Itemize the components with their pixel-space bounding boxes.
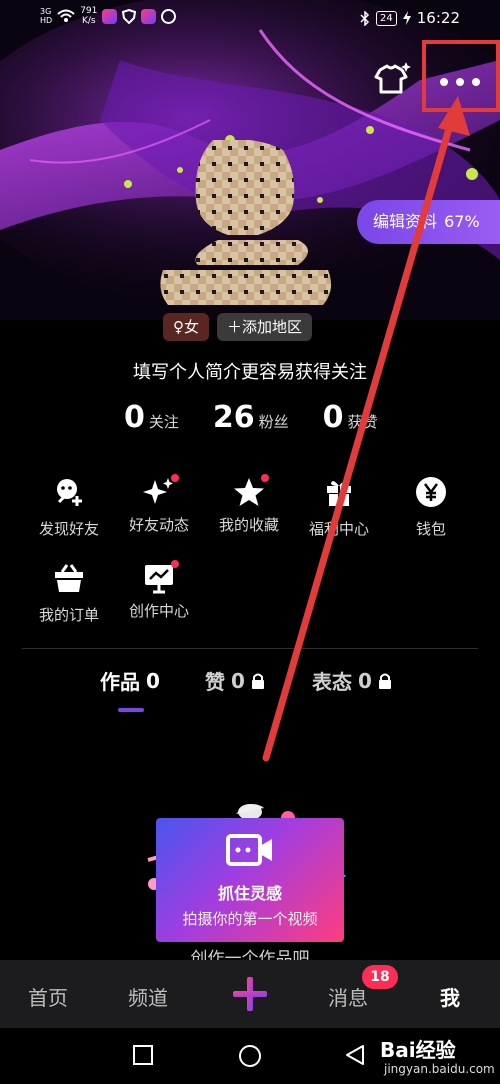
charging-icon: [402, 11, 411, 25]
shoot-first-video-card[interactable]: 抓住灵感 拍摄你的第一个视频: [156, 818, 344, 942]
shortcut-welfare-center[interactable]: 福利中心: [294, 476, 384, 539]
home-button[interactable]: [238, 1044, 262, 1068]
shortcut-friend-activity[interactable]: 好友动态: [114, 474, 204, 535]
creator-icon: [145, 565, 173, 594]
network-indicator: 3G HD: [40, 7, 53, 25]
shortcut-discover-friends[interactable]: 发现好友: [24, 476, 114, 539]
edit-profile-button[interactable]: 编辑资料 67%: [357, 200, 500, 244]
more-dot-icon: [456, 78, 464, 86]
notification-dot: [261, 474, 269, 482]
tab-reactions[interactable]: 表态 0: [312, 666, 392, 695]
shortcut-wallet[interactable]: 钱包: [386, 476, 476, 539]
tab-count: 0: [231, 668, 245, 693]
stat-number: 26: [212, 400, 255, 435]
app-notification-icon: [102, 8, 118, 24]
star-icon-wrap: [233, 474, 269, 508]
tab-works[interactable]: 作品 0: [100, 666, 160, 695]
promo-subtitle: 拍摄你的第一个视频: [182, 910, 318, 928]
bio-hint[interactable]: 填写个人简介更容易获得关注: [0, 358, 500, 384]
stat-label: 粉丝: [258, 413, 289, 431]
video-camera-icon: [226, 834, 272, 866]
stat-following[interactable]: 0 关注: [124, 400, 179, 435]
tab-likes[interactable]: 赞 0: [205, 666, 265, 695]
notification-dot: [171, 474, 179, 482]
shortcut-label: 发现好友: [38, 520, 99, 538]
tab-label: 表态: [312, 670, 352, 694]
profile-stats: 0 关注 26 粉丝 0 获赞: [124, 400, 378, 435]
messages-badge: 18: [362, 965, 398, 989]
nav-me[interactable]: 我: [440, 982, 460, 1011]
sparkle-icon-wrap: [143, 474, 179, 508]
plus-icon: ＋: [227, 318, 243, 336]
bottom-nav: 首页 频道 消息 我: [0, 960, 500, 1028]
app-notification-icon-2: [141, 8, 157, 24]
creator-icon-wrap: [143, 560, 179, 594]
avatar[interactable]: [158, 140, 333, 310]
sparkle-icon: [143, 478, 173, 504]
lock-icon: [251, 673, 264, 689]
tshirt-icon: [374, 62, 411, 94]
shortcut-creator-center[interactable]: 创作中心: [114, 560, 204, 621]
wifi-icon: [57, 9, 75, 22]
lock-icon: [378, 673, 391, 689]
promo-title: 抓住灵感: [217, 884, 282, 903]
more-dot-icon: [440, 78, 448, 86]
battery-indicator: 24: [376, 10, 397, 26]
shortcut-favorites[interactable]: 我的收藏: [204, 474, 294, 535]
stat-label: 关注: [148, 413, 179, 431]
more-options-button[interactable]: [422, 40, 500, 112]
shortcut-label: 我的订单: [38, 606, 99, 624]
bluetooth-icon: [360, 10, 370, 26]
shield-icon: [122, 8, 137, 24]
tab-count: 0: [358, 668, 372, 693]
add-region-label: 添加地区: [242, 318, 303, 336]
add-region-tag[interactable]: ＋添加地区: [217, 313, 313, 341]
watermark-brand: Bai经验: [380, 1038, 456, 1062]
section-divider: [22, 648, 478, 649]
nav-home[interactable]: 首页: [28, 982, 68, 1011]
sync-icon: [161, 8, 177, 24]
profile-completion-percent: 67%: [444, 212, 480, 231]
active-tab-indicator: [118, 708, 144, 712]
shortcut-label: 创作中心: [128, 602, 189, 620]
shortcut-label: 好友动态: [128, 516, 189, 534]
tab-label: 作品: [100, 670, 140, 694]
more-dot-icon: [472, 78, 480, 86]
watermark-site: jingyan.baidu.com: [384, 1062, 495, 1076]
gender-tag[interactable]: ♀女: [163, 313, 209, 341]
shortcut-label: 福利中心: [308, 520, 369, 538]
tab-label: 赞: [205, 670, 225, 694]
star-icon: [234, 478, 264, 506]
back-button[interactable]: [344, 1044, 366, 1066]
nav-messages[interactable]: 消息: [328, 982, 368, 1011]
network-speed: 791 K/s: [80, 6, 98, 26]
baidu-watermark: Bai经验 jingyan.baidu.com: [380, 1030, 500, 1084]
shortcut-label: 钱包: [415, 520, 446, 538]
edit-profile-label: 编辑资料: [373, 212, 438, 231]
notification-dot: [171, 560, 179, 568]
tab-count: 0: [146, 668, 160, 693]
create-plus-button[interactable]: [232, 976, 268, 1012]
gift-icon: [327, 481, 351, 506]
shortcut-my-orders[interactable]: 我的订单: [24, 562, 114, 625]
outfit-button[interactable]: [372, 60, 412, 98]
stat-likes[interactable]: 0 获赞: [323, 400, 378, 435]
clock: 16:22: [416, 9, 460, 27]
status-bar: 3G HD 791 K/s 24 16:22: [0, 0, 500, 38]
stat-number: 0: [322, 400, 344, 435]
recents-button[interactable]: [132, 1044, 154, 1066]
nav-channel[interactable]: 频道: [128, 982, 168, 1011]
add-friend-icon: [57, 479, 82, 506]
yen-icon: [416, 477, 446, 507]
stat-followers[interactable]: 26 粉丝: [213, 400, 289, 435]
stat-number: 0: [124, 400, 145, 435]
shortcut-label: 我的收藏: [218, 516, 279, 534]
stat-label: 获赞: [347, 413, 378, 431]
basket-icon: [55, 564, 83, 592]
